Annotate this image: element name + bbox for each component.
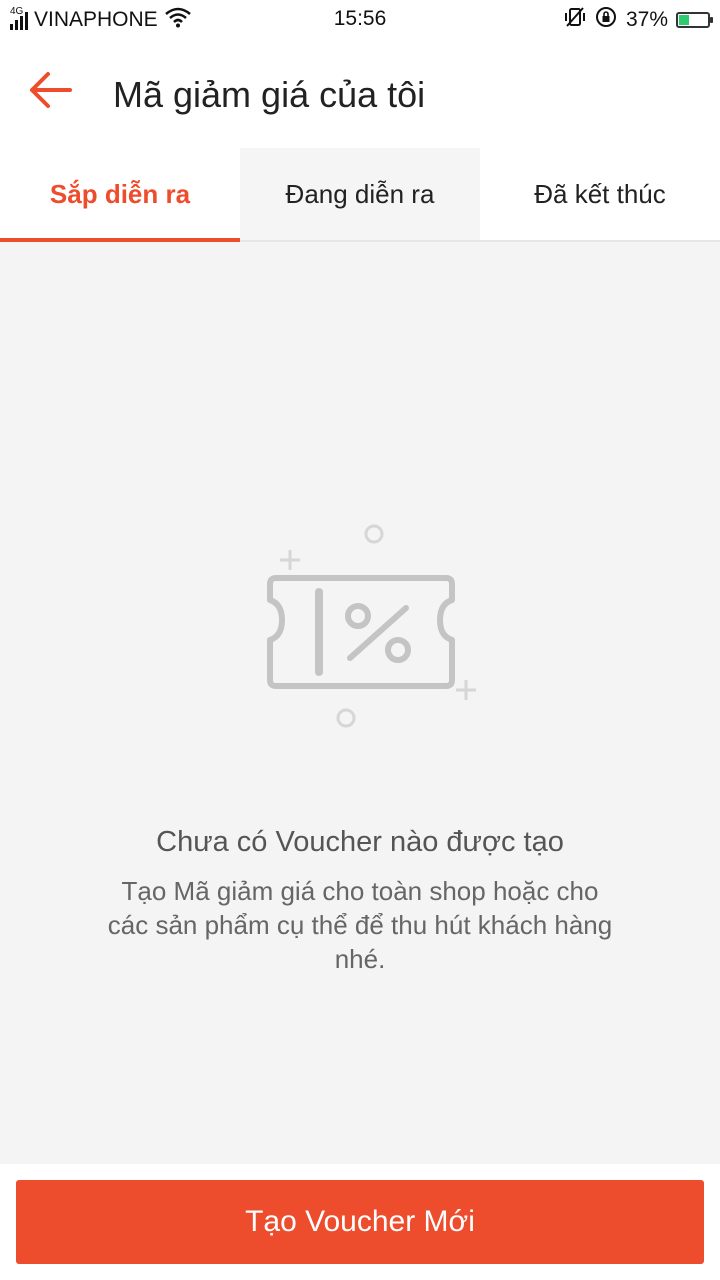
- empty-state-description: Tạo Mã giảm giá cho toàn shop hoặc cho c…: [107, 876, 613, 974]
- tab-upcoming[interactable]: Sắp diễn ra: [0, 148, 240, 242]
- screen: 4G VINAPHONE 15:56 37% Mã giảm giá của t…: [0, 0, 720, 1280]
- empty-state-title: Chưa có Voucher nào được tạo: [156, 826, 564, 858]
- page-title: Mã giảm giá của tôi: [113, 74, 426, 115]
- tab-ongoing[interactable]: Đang diễn ra: [240, 148, 480, 240]
- tab-label: Đã kết thúc: [534, 178, 666, 209]
- arrow-left-icon: [26, 70, 74, 115]
- create-voucher-button[interactable]: Tạo Voucher Mới: [16, 1180, 704, 1264]
- voucher-percent-icon: [250, 520, 490, 740]
- battery-icon: [676, 12, 713, 28]
- tab-label: Đang diễn ra: [285, 178, 435, 209]
- status-right: 37%: [564, 5, 713, 35]
- rotation-lock-icon: [594, 5, 618, 35]
- battery-level: [679, 15, 689, 25]
- status-bar: 4G VINAPHONE 15:56 37%: [0, 0, 720, 38]
- app-header: Mã giảm giá của tôi: [0, 38, 720, 148]
- empty-state: Chưa có Voucher nào được tạo Tạo Mã giảm…: [0, 242, 720, 1164]
- tab-bar: Sắp diễn ra Đang diễn ra Đã kết thúc: [0, 148, 720, 242]
- vibrate-off-icon: [564, 6, 586, 34]
- tab-ended[interactable]: Đã kết thúc: [480, 148, 720, 240]
- footer: Tạo Voucher Mới: [0, 1164, 720, 1280]
- back-button[interactable]: [20, 62, 80, 122]
- tab-label: Sắp diễn ra: [49, 178, 191, 209]
- battery-percent: 37%: [625, 8, 668, 31]
